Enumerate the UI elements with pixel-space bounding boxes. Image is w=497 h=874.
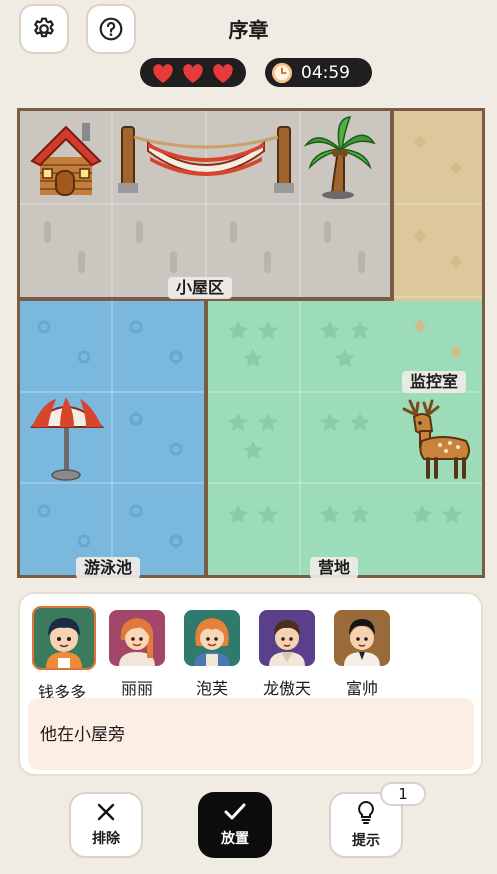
hammock-icon	[118, 126, 294, 193]
character-name: 丽丽	[120, 679, 153, 698]
deer-icon	[402, 399, 470, 479]
clock-icon	[271, 62, 293, 83]
character-name: 泡芙	[195, 679, 228, 698]
remove-label: 排除	[92, 831, 120, 847]
character-qianduoduo[interactable]: 钱多多	[32, 606, 96, 703]
remove-button[interactable]: 排除	[69, 792, 143, 858]
close-icon	[97, 803, 115, 821]
character-longaotian[interactable]: 龙傲天	[257, 610, 317, 699]
place-label: 放置	[221, 831, 249, 847]
character-name: 富帅	[345, 679, 378, 698]
zone-label-monitor: 监控室	[402, 371, 467, 393]
level-title: 序章	[228, 18, 269, 42]
lightbulb-icon	[358, 800, 374, 824]
zone-label-camp: 营地	[310, 557, 359, 579]
cabin-house-icon	[30, 123, 102, 196]
hint-label: 提示	[352, 833, 380, 849]
character-name: 龙傲天	[262, 679, 311, 698]
heart-icon	[153, 63, 173, 83]
avatar	[259, 610, 315, 666]
avatar	[109, 610, 165, 666]
place-button[interactable]: 放置	[198, 792, 272, 858]
timer-display: 04:59	[265, 58, 372, 87]
avatar	[32, 606, 96, 670]
palm-tree-icon	[304, 116, 376, 199]
game-board[interactable]: 小屋区 监控室 游泳池 营地	[17, 108, 485, 579]
clue-text: 他在小屋旁	[28, 698, 474, 770]
character-fushuai[interactable]: 富帅	[332, 610, 392, 699]
timer-text: 04:59	[301, 62, 350, 83]
hint-count-badge: 1	[380, 782, 426, 806]
character-paofu[interactable]: 泡芙	[182, 610, 242, 699]
beach-umbrella-icon	[29, 397, 105, 481]
character-panel: 钱多多 丽丽 泡芙 龙傲天 富帅 他在小屋旁	[18, 592, 483, 776]
zone-label-pool: 游泳池	[76, 557, 141, 579]
lives-display	[140, 58, 246, 87]
heart-icon	[183, 63, 203, 83]
avatar	[334, 610, 390, 666]
zone-label-cabin: 小屋区	[168, 277, 233, 299]
check-icon	[224, 803, 246, 820]
character-lili[interactable]: 丽丽	[107, 610, 167, 699]
heart-icon	[213, 63, 233, 83]
avatar	[184, 610, 240, 666]
